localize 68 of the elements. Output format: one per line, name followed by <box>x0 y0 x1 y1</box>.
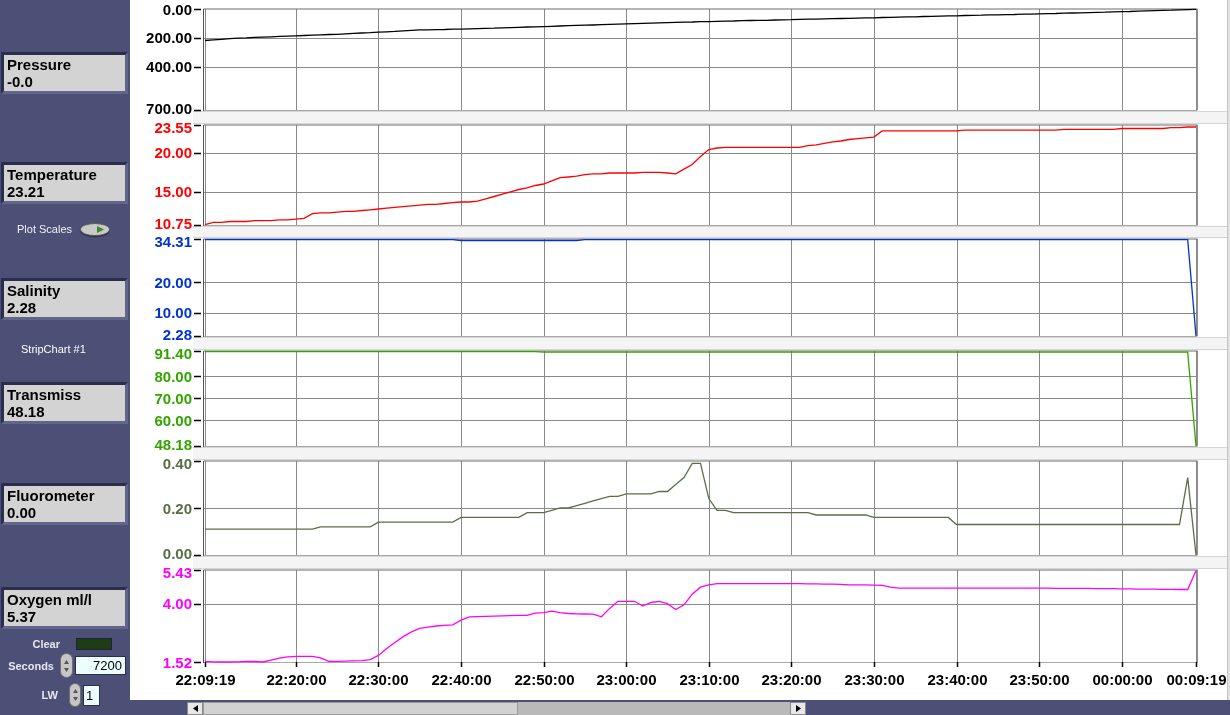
indicator-value: 2.28 <box>7 299 38 316</box>
control-label: Seconds <box>7 659 54 672</box>
indicator-label: Oxygen ml/l <box>7 591 94 608</box>
triangle-icon <box>97 225 104 233</box>
scrollbar-thumb[interactable] <box>203 702 518 715</box>
indicator-value: -0.0 <box>7 73 34 90</box>
scroll-right-button[interactable] <box>790 702 806 715</box>
indicator-label: Temperature <box>7 166 98 183</box>
right-arrow-icon <box>795 705 801 712</box>
indicator-value: 23.21 <box>7 183 46 200</box>
x-axis-label: 23:20:00 <box>761 670 822 688</box>
x-axis-label: 00:09:19 <box>1166 670 1227 688</box>
y-axis-label: 0.20 <box>162 499 192 517</box>
y-axis-label: 48.18 <box>154 435 192 453</box>
y-axis-label: 70.00 <box>154 389 192 407</box>
spin-button[interactable] <box>60 653 73 678</box>
y-axis-label: 20.00 <box>154 144 192 162</box>
y-axis-label: 0.00 <box>162 544 192 562</box>
x-axis-label: 22:50:00 <box>514 670 575 688</box>
number-field[interactable]: 1 <box>83 684 100 706</box>
up-arrow-icon <box>64 659 69 664</box>
y-axis-label: 34.31 <box>154 232 192 250</box>
x-axis-label: 00:00:00 <box>1092 670 1153 688</box>
y-axis-label: 400.00 <box>146 58 192 76</box>
indicator-label: Transmiss <box>7 386 83 403</box>
y-axis-label: 2.28 <box>162 325 192 343</box>
up-arrow-icon <box>72 689 78 693</box>
indicator-value: 48.18 <box>7 403 46 420</box>
control-label: Clear <box>31 638 60 650</box>
x-axis-label: 23:50:00 <box>1009 670 1070 688</box>
y-axis-label: 10.75 <box>154 214 192 232</box>
chart-caption: StripChart #1 <box>21 342 86 356</box>
y-axis-label: 80.00 <box>154 367 192 385</box>
y-axis-label: 200.00 <box>146 29 192 47</box>
indicator-value: 0.00 <box>7 504 38 521</box>
x-axis-label: 23:10:00 <box>679 670 740 688</box>
indicator-label: Pressure <box>7 56 73 73</box>
y-axis-label: 1.52 <box>162 653 192 671</box>
y-axis-label: 5.43 <box>162 563 192 581</box>
y-axis-label: 4.00 <box>162 595 192 613</box>
number-field[interactable]: 7200 <box>75 656 126 675</box>
y-axis-label: 0.40 <box>162 454 192 472</box>
indicator-label: Fluorometer <box>7 487 96 504</box>
x-axis-label: 22:40:00 <box>431 670 492 688</box>
control-label: Plot Scales <box>17 222 74 236</box>
spin-button[interactable] <box>69 683 81 707</box>
x-axis-label: 23:00:00 <box>596 670 657 688</box>
y-axis-label: 23.55 <box>154 118 192 136</box>
x-axis-label: 22:30:00 <box>348 670 409 688</box>
y-axis-label: 91.40 <box>154 344 192 362</box>
y-axis-label: 60.00 <box>154 411 192 429</box>
indicator-value: 5.37 <box>7 608 38 625</box>
toggle-button[interactable] <box>80 222 110 236</box>
y-axis-label: 700.00 <box>146 99 192 117</box>
y-axis-label: 10.00 <box>154 304 192 322</box>
x-axis-label: 23:40:00 <box>927 670 988 688</box>
x-axis-label: 23:30:00 <box>844 670 905 688</box>
y-axis-label: 20.00 <box>154 273 192 291</box>
control-label: LW <box>40 689 58 701</box>
indicator-label: Salinity <box>7 282 62 299</box>
x-axis-label: 22:20:00 <box>266 670 327 688</box>
y-axis-label: 15.00 <box>154 183 192 201</box>
down-arrow-icon <box>64 667 69 672</box>
left-arrow-icon <box>192 705 198 712</box>
y-axis-label: 0.00 <box>162 0 192 18</box>
down-arrow-icon <box>72 697 78 701</box>
scroll-left-button[interactable] <box>187 702 203 715</box>
x-axis-label: 22:09:19 <box>175 670 236 688</box>
